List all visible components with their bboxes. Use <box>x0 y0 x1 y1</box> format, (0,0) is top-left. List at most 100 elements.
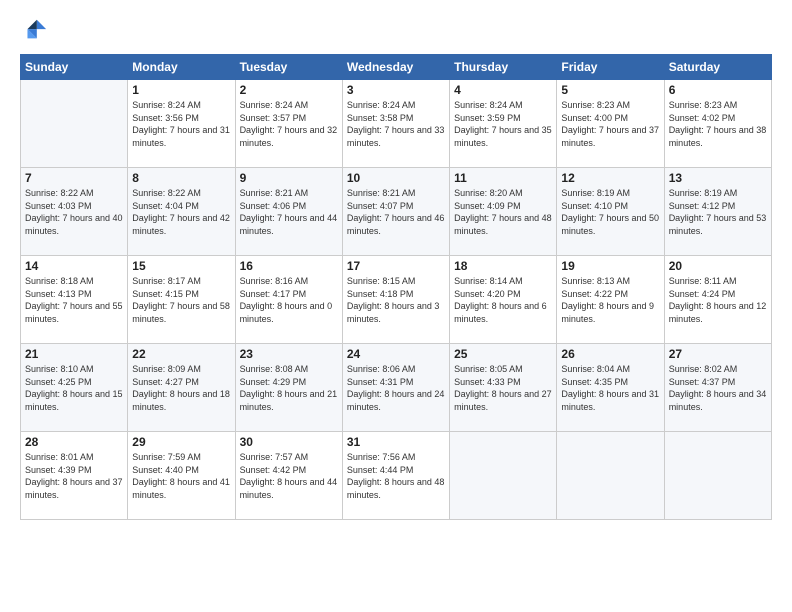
day-info: Sunrise: 8:24 AM Sunset: 3:58 PM Dayligh… <box>347 99 445 149</box>
calendar-cell: 23 Sunrise: 8:08 AM Sunset: 4:29 PM Dayl… <box>235 344 342 432</box>
calendar-table: SundayMondayTuesdayWednesdayThursdayFrid… <box>20 54 772 520</box>
calendar-cell: 8 Sunrise: 8:22 AM Sunset: 4:04 PM Dayli… <box>128 168 235 256</box>
day-number: 6 <box>669 83 767 97</box>
header <box>20 16 772 44</box>
day-number: 2 <box>240 83 338 97</box>
day-info: Sunrise: 8:17 AM Sunset: 4:15 PM Dayligh… <box>132 275 230 325</box>
day-info: Sunrise: 8:22 AM Sunset: 4:03 PM Dayligh… <box>25 187 123 237</box>
day-number: 8 <box>132 171 230 185</box>
day-info: Sunrise: 8:19 AM Sunset: 4:10 PM Dayligh… <box>561 187 659 237</box>
day-info: Sunrise: 8:24 AM Sunset: 3:56 PM Dayligh… <box>132 99 230 149</box>
day-info: Sunrise: 8:01 AM Sunset: 4:39 PM Dayligh… <box>25 451 123 501</box>
calendar-week-row: 1 Sunrise: 8:24 AM Sunset: 3:56 PM Dayli… <box>21 80 772 168</box>
calendar-cell: 16 Sunrise: 8:16 AM Sunset: 4:17 PM Dayl… <box>235 256 342 344</box>
calendar-cell: 17 Sunrise: 8:15 AM Sunset: 4:18 PM Dayl… <box>342 256 449 344</box>
header-row: SundayMondayTuesdayWednesdayThursdayFrid… <box>21 55 772 80</box>
day-number: 15 <box>132 259 230 273</box>
day-info: Sunrise: 8:24 AM Sunset: 3:59 PM Dayligh… <box>454 99 552 149</box>
calendar-week-row: 14 Sunrise: 8:18 AM Sunset: 4:13 PM Dayl… <box>21 256 772 344</box>
calendar-cell: 25 Sunrise: 8:05 AM Sunset: 4:33 PM Dayl… <box>450 344 557 432</box>
weekday-header: Friday <box>557 55 664 80</box>
day-number: 24 <box>347 347 445 361</box>
day-info: Sunrise: 8:19 AM Sunset: 4:12 PM Dayligh… <box>669 187 767 237</box>
logo-icon <box>20 16 48 44</box>
day-number: 17 <box>347 259 445 273</box>
calendar-cell: 31 Sunrise: 7:56 AM Sunset: 4:44 PM Dayl… <box>342 432 449 520</box>
weekday-header: Wednesday <box>342 55 449 80</box>
weekday-header: Monday <box>128 55 235 80</box>
calendar-cell <box>557 432 664 520</box>
day-number: 5 <box>561 83 659 97</box>
day-number: 4 <box>454 83 552 97</box>
day-info: Sunrise: 8:16 AM Sunset: 4:17 PM Dayligh… <box>240 275 338 325</box>
day-number: 28 <box>25 435 123 449</box>
calendar-cell: 22 Sunrise: 8:09 AM Sunset: 4:27 PM Dayl… <box>128 344 235 432</box>
day-info: Sunrise: 8:02 AM Sunset: 4:37 PM Dayligh… <box>669 363 767 413</box>
calendar-cell: 11 Sunrise: 8:20 AM Sunset: 4:09 PM Dayl… <box>450 168 557 256</box>
calendar-cell: 29 Sunrise: 7:59 AM Sunset: 4:40 PM Dayl… <box>128 432 235 520</box>
day-info: Sunrise: 8:08 AM Sunset: 4:29 PM Dayligh… <box>240 363 338 413</box>
day-info: Sunrise: 8:06 AM Sunset: 4:31 PM Dayligh… <box>347 363 445 413</box>
day-info: Sunrise: 8:10 AM Sunset: 4:25 PM Dayligh… <box>25 363 123 413</box>
day-info: Sunrise: 8:21 AM Sunset: 4:06 PM Dayligh… <box>240 187 338 237</box>
calendar-page: SundayMondayTuesdayWednesdayThursdayFrid… <box>0 0 792 530</box>
day-number: 11 <box>454 171 552 185</box>
day-info: Sunrise: 7:56 AM Sunset: 4:44 PM Dayligh… <box>347 451 445 501</box>
logo <box>20 16 52 44</box>
calendar-cell: 24 Sunrise: 8:06 AM Sunset: 4:31 PM Dayl… <box>342 344 449 432</box>
calendar-cell: 2 Sunrise: 8:24 AM Sunset: 3:57 PM Dayli… <box>235 80 342 168</box>
calendar-week-row: 28 Sunrise: 8:01 AM Sunset: 4:39 PM Dayl… <box>21 432 772 520</box>
calendar-cell: 13 Sunrise: 8:19 AM Sunset: 4:12 PM Dayl… <box>664 168 771 256</box>
day-info: Sunrise: 8:21 AM Sunset: 4:07 PM Dayligh… <box>347 187 445 237</box>
day-number: 31 <box>347 435 445 449</box>
calendar-cell: 1 Sunrise: 8:24 AM Sunset: 3:56 PM Dayli… <box>128 80 235 168</box>
day-info: Sunrise: 8:05 AM Sunset: 4:33 PM Dayligh… <box>454 363 552 413</box>
calendar-cell: 10 Sunrise: 8:21 AM Sunset: 4:07 PM Dayl… <box>342 168 449 256</box>
weekday-header: Saturday <box>664 55 771 80</box>
day-info: Sunrise: 8:24 AM Sunset: 3:57 PM Dayligh… <box>240 99 338 149</box>
weekday-header: Thursday <box>450 55 557 80</box>
day-number: 30 <box>240 435 338 449</box>
day-info: Sunrise: 8:04 AM Sunset: 4:35 PM Dayligh… <box>561 363 659 413</box>
calendar-cell <box>664 432 771 520</box>
day-number: 23 <box>240 347 338 361</box>
day-number: 26 <box>561 347 659 361</box>
day-info: Sunrise: 8:23 AM Sunset: 4:00 PM Dayligh… <box>561 99 659 149</box>
calendar-cell: 19 Sunrise: 8:13 AM Sunset: 4:22 PM Dayl… <box>557 256 664 344</box>
calendar-cell: 4 Sunrise: 8:24 AM Sunset: 3:59 PM Dayli… <box>450 80 557 168</box>
day-info: Sunrise: 7:59 AM Sunset: 4:40 PM Dayligh… <box>132 451 230 501</box>
day-info: Sunrise: 8:14 AM Sunset: 4:20 PM Dayligh… <box>454 275 552 325</box>
calendar-cell: 6 Sunrise: 8:23 AM Sunset: 4:02 PM Dayli… <box>664 80 771 168</box>
day-info: Sunrise: 8:15 AM Sunset: 4:18 PM Dayligh… <box>347 275 445 325</box>
calendar-cell: 30 Sunrise: 7:57 AM Sunset: 4:42 PM Dayl… <box>235 432 342 520</box>
calendar-cell: 5 Sunrise: 8:23 AM Sunset: 4:00 PM Dayli… <box>557 80 664 168</box>
day-info: Sunrise: 8:22 AM Sunset: 4:04 PM Dayligh… <box>132 187 230 237</box>
day-number: 16 <box>240 259 338 273</box>
calendar-week-row: 21 Sunrise: 8:10 AM Sunset: 4:25 PM Dayl… <box>21 344 772 432</box>
day-number: 3 <box>347 83 445 97</box>
calendar-week-row: 7 Sunrise: 8:22 AM Sunset: 4:03 PM Dayli… <box>21 168 772 256</box>
day-number: 27 <box>669 347 767 361</box>
day-info: Sunrise: 8:11 AM Sunset: 4:24 PM Dayligh… <box>669 275 767 325</box>
calendar-cell: 21 Sunrise: 8:10 AM Sunset: 4:25 PM Dayl… <box>21 344 128 432</box>
day-number: 13 <box>669 171 767 185</box>
day-info: Sunrise: 8:13 AM Sunset: 4:22 PM Dayligh… <box>561 275 659 325</box>
calendar-cell: 3 Sunrise: 8:24 AM Sunset: 3:58 PM Dayli… <box>342 80 449 168</box>
calendar-cell: 26 Sunrise: 8:04 AM Sunset: 4:35 PM Dayl… <box>557 344 664 432</box>
day-info: Sunrise: 7:57 AM Sunset: 4:42 PM Dayligh… <box>240 451 338 501</box>
calendar-cell: 15 Sunrise: 8:17 AM Sunset: 4:15 PM Dayl… <box>128 256 235 344</box>
day-number: 9 <box>240 171 338 185</box>
weekday-header: Tuesday <box>235 55 342 80</box>
calendar-cell: 14 Sunrise: 8:18 AM Sunset: 4:13 PM Dayl… <box>21 256 128 344</box>
calendar-cell: 27 Sunrise: 8:02 AM Sunset: 4:37 PM Dayl… <box>664 344 771 432</box>
calendar-cell: 18 Sunrise: 8:14 AM Sunset: 4:20 PM Dayl… <box>450 256 557 344</box>
day-number: 22 <box>132 347 230 361</box>
day-info: Sunrise: 8:18 AM Sunset: 4:13 PM Dayligh… <box>25 275 123 325</box>
day-number: 7 <box>25 171 123 185</box>
day-number: 10 <box>347 171 445 185</box>
day-number: 25 <box>454 347 552 361</box>
day-number: 19 <box>561 259 659 273</box>
calendar-cell: 9 Sunrise: 8:21 AM Sunset: 4:06 PM Dayli… <box>235 168 342 256</box>
day-info: Sunrise: 8:09 AM Sunset: 4:27 PM Dayligh… <box>132 363 230 413</box>
day-number: 14 <box>25 259 123 273</box>
